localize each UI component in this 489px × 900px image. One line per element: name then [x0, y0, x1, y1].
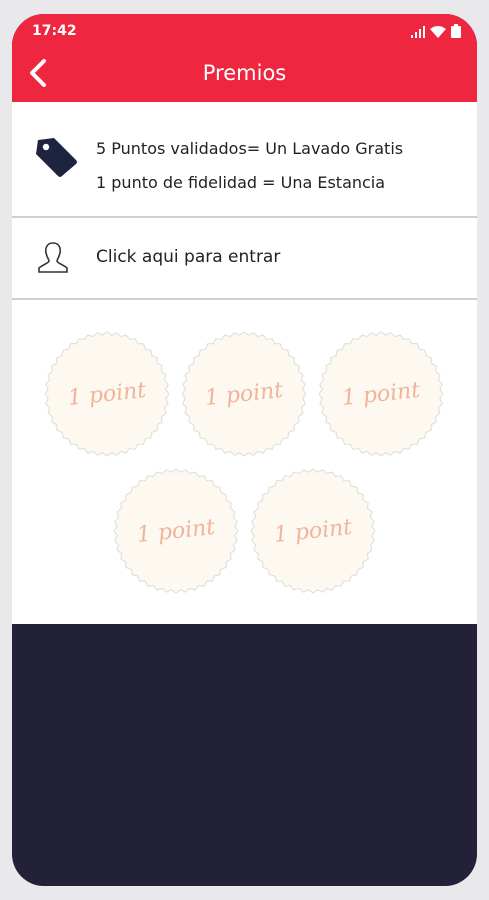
app-bar: 17:42 Premios	[12, 14, 477, 102]
stamp-slot: 1 point	[249, 467, 377, 595]
stamp-slot: 1 point	[43, 330, 171, 458]
login-label: Click aqui para entrar	[96, 247, 281, 267]
reward-rule-2: 1 punto de fidelidad = Una Estancia	[96, 173, 386, 192]
status-bar: 17:42	[12, 14, 477, 48]
price-tag-icon	[36, 138, 77, 177]
status-time: 17:42	[32, 23, 77, 39]
stamp-slot: 1 point	[317, 330, 445, 458]
battery-icon	[451, 24, 461, 38]
login-row[interactable]: Click aqui para entrar	[12, 218, 477, 300]
rewards-info: 5 Puntos validados= Un Lavado Gratis 1 p…	[12, 102, 477, 218]
stamp-slot: 1 point	[112, 467, 240, 595]
footer-area	[12, 624, 477, 886]
reward-rule-1: 5 Puntos validados= Un Lavado Gratis	[96, 139, 404, 158]
page-title: Premios	[202, 61, 287, 85]
status-icons	[411, 24, 461, 38]
stamp-label: 1 point	[272, 514, 354, 548]
wifi-icon	[430, 26, 446, 38]
stamp-label: 1 point	[203, 377, 285, 411]
stamp-label: 1 point	[135, 514, 217, 548]
stamp-label: 1 point	[66, 377, 148, 411]
stamp-slot: 1 point	[180, 330, 308, 458]
user-outline-icon	[38, 242, 68, 273]
phone-frame: 17:42 Premios 5 Puntos validados= Un Lav…	[12, 14, 477, 886]
signal-icon	[411, 26, 425, 38]
stamp-label: 1 point	[340, 377, 422, 411]
rewards-content: 5 Puntos validados= Un Lavado Gratis 1 p…	[12, 102, 477, 624]
